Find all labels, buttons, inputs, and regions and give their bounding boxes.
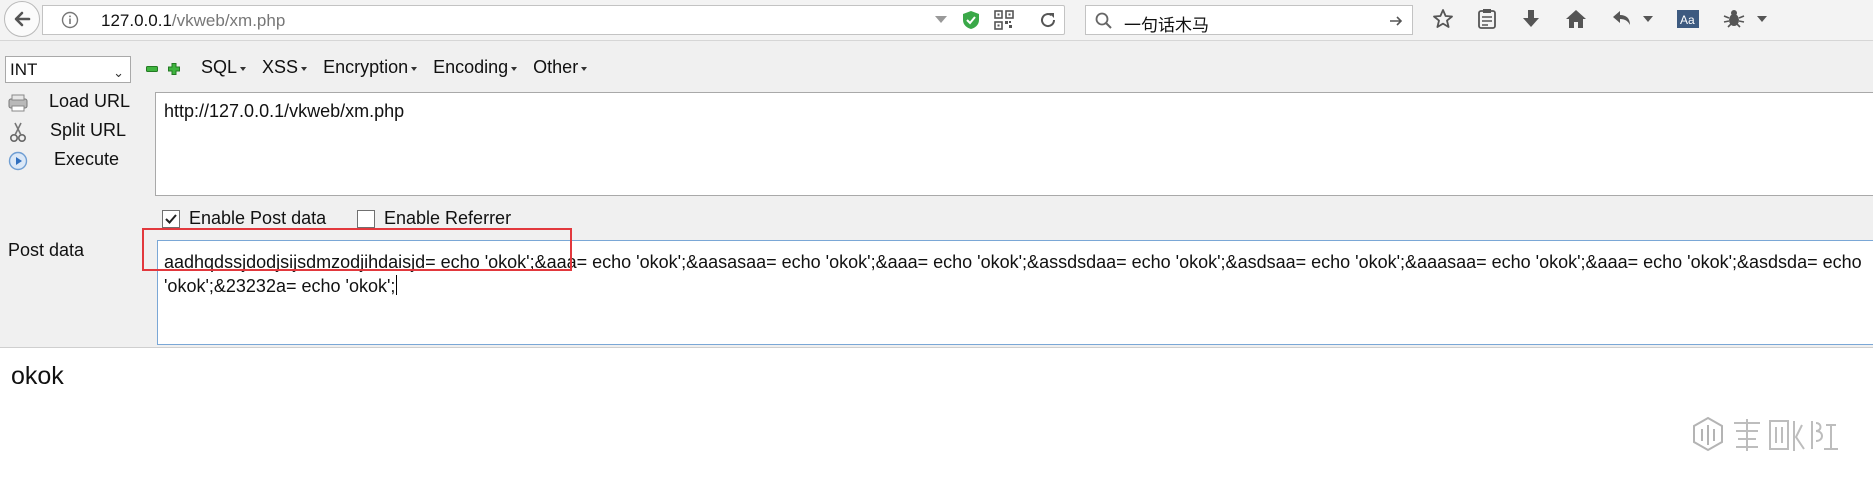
decrease-icon[interactable] (146, 63, 158, 75)
search-input[interactable]: 一句话木马 (1124, 11, 1209, 36)
watermark-logo (1690, 415, 1840, 460)
post-data-label: Post data (8, 240, 85, 260)
bug-icon[interactable] (1722, 8, 1746, 30)
post-data-textarea[interactable]: aadhqdssjdodjsijsdmzodjihdaisjd= echo 'o… (157, 240, 1873, 345)
load-url-button[interactable]: Load URL (6, 91, 130, 115)
menu-other[interactable]: Other (533, 57, 588, 78)
enable-post-label: Enable Post data (189, 208, 327, 228)
reader-view-icon[interactable]: Aa (1676, 8, 1700, 30)
svg-text:Aa: Aa (1680, 13, 1695, 27)
enable-post-checkbox[interactable] (162, 209, 180, 228)
load-url-label: Load URL (49, 91, 131, 111)
reading-list-icon[interactable] (1476, 8, 1498, 30)
hackbar-panel: INT ⌄ SQL XSS Encryption Encoding Other … (0, 41, 1873, 348)
info-icon[interactable] (61, 11, 79, 34)
go-arrow-icon[interactable] (1388, 13, 1404, 29)
menu-xss[interactable]: XSS (262, 57, 308, 78)
load-url-icon (6, 91, 30, 115)
post-data-value: aadhqdssjdodjsijsdmzodjihdaisjd= echo 'o… (164, 252, 1862, 296)
download-icon[interactable] (1520, 8, 1542, 30)
search-box[interactable]: 一句话木马 (1085, 5, 1413, 36)
url-textarea[interactable]: http://127.0.0.1/vkweb/xm.php (155, 92, 1873, 196)
address-text[interactable]: 127.0.0.1/vkweb/xm.php (101, 11, 285, 31)
scissors-icon (6, 120, 30, 144)
increase-icon[interactable] (168, 63, 180, 75)
split-url-button[interactable]: Split URL (6, 120, 126, 144)
split-url-label: Split URL (50, 120, 127, 140)
back-arrow-icon (14, 11, 31, 27)
execute-button[interactable]: Execute (6, 149, 119, 173)
enable-referrer-option[interactable]: Enable Referrer (357, 208, 511, 229)
execute-label: Execute (54, 149, 120, 169)
dropdown-arrow-icon[interactable] (934, 15, 948, 25)
qr-code-icon[interactable] (994, 10, 1014, 30)
reload-icon[interactable] (1038, 10, 1058, 30)
bookmark-star-icon[interactable] (1432, 8, 1454, 30)
home-icon[interactable] (1564, 8, 1588, 30)
search-icon (1095, 12, 1112, 29)
response-output: okok (11, 362, 64, 390)
chevron-down-icon[interactable] (1756, 15, 1768, 23)
enable-referrer-checkbox[interactable] (357, 209, 375, 228)
menu-encoding[interactable]: Encoding (433, 57, 518, 78)
enable-referrer-label: Enable Referrer (384, 208, 512, 228)
undo-icon[interactable] (1610, 8, 1632, 30)
select-value: INT (10, 60, 38, 79)
browser-toolbar: 127.0.0.1/vkweb/xm.php 一句话木马 Aa (0, 0, 1873, 41)
play-icon (6, 149, 30, 173)
chevron-down-icon: ⌄ (113, 65, 124, 80)
text-caret (396, 275, 398, 295)
shield-icon[interactable] (962, 10, 980, 30)
enable-post-option[interactable]: Enable Post data (162, 208, 326, 229)
injection-type-select[interactable]: INT ⌄ (5, 56, 131, 83)
back-button[interactable] (4, 1, 40, 37)
url-host: 127.0.0.1 (101, 11, 172, 30)
menu-sql[interactable]: SQL (201, 57, 247, 78)
address-bar[interactable]: 127.0.0.1/vkweb/xm.php (42, 5, 1065, 35)
url-path: /vkweb/xm.php (171, 11, 286, 30)
menu-encryption[interactable]: Encryption (323, 57, 418, 78)
chevron-down-icon[interactable] (1642, 15, 1654, 23)
